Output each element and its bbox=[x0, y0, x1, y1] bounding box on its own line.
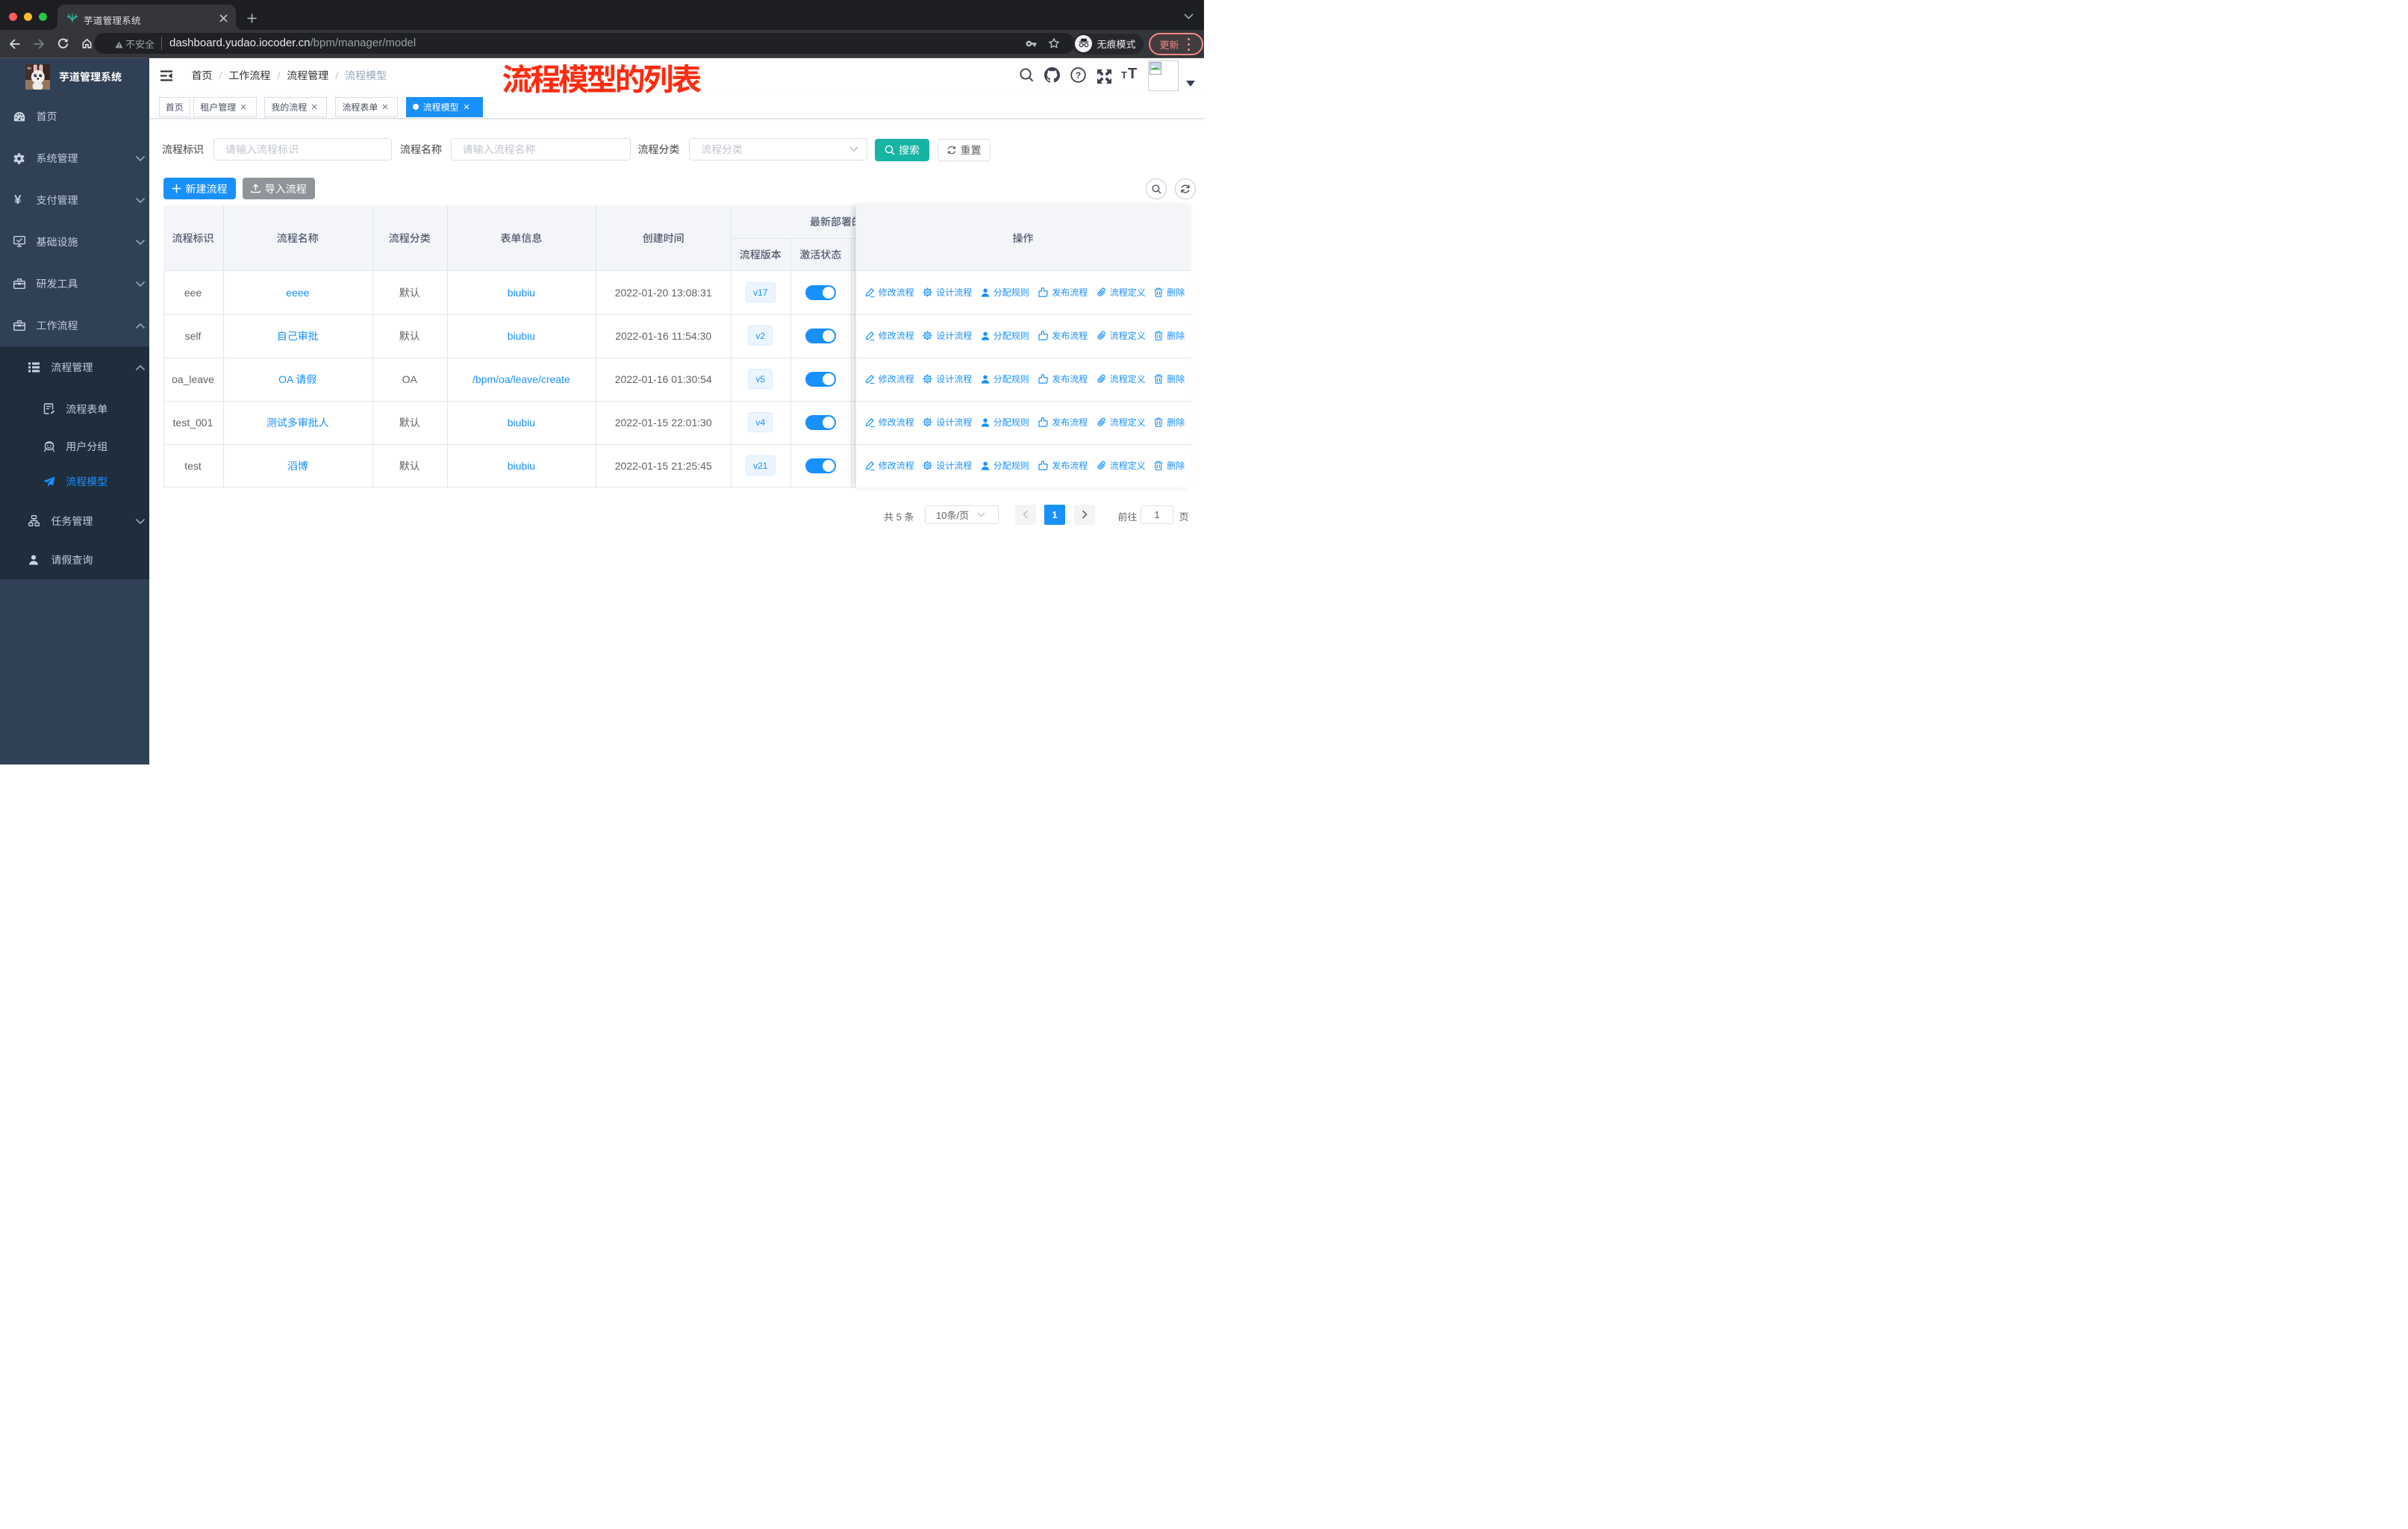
svg-text:?: ? bbox=[1076, 70, 1081, 81]
